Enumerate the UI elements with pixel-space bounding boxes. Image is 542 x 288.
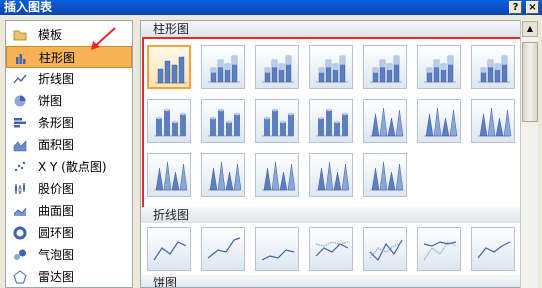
sidebar-item-stock[interactable]: 股价图	[6, 178, 132, 200]
area-chart-icon	[13, 138, 27, 152]
line-chart-thumbnail[interactable]	[309, 227, 353, 271]
help-button[interactable]: ?	[509, 1, 522, 14]
sidebar-item-label: 曲面图	[38, 204, 75, 218]
line-chart-icon	[13, 72, 27, 86]
section-header-line: 折线图	[141, 207, 521, 223]
scatter-chart-icon	[13, 160, 27, 174]
sidebar-item-label: 折线图	[38, 72, 75, 86]
sidebar-item-label: 柱形图	[39, 51, 76, 65]
column-chart-thumbnail[interactable]	[309, 45, 353, 89]
sidebar-item-pie[interactable]: 饼图	[6, 90, 132, 112]
column-chart-thumbnail[interactable]	[201, 45, 245, 89]
line-chart-thumbnail[interactable]	[417, 227, 461, 271]
sidebar-item-label: 模板	[38, 28, 63, 42]
window-title: 插入图表	[4, 0, 53, 14]
line-chart-thumbnail[interactable]	[255, 227, 299, 271]
line-chart-thumbnail[interactable]	[363, 227, 407, 271]
sidebar-item-surface[interactable]: 曲面图	[6, 200, 132, 222]
gallery-scrollbar[interactable]: ▲	[520, 20, 538, 288]
line-chart-thumbnail[interactable]	[471, 227, 515, 271]
column-chart-thumbnail[interactable]	[471, 99, 515, 143]
column-chart-thumbnail[interactable]	[201, 153, 245, 197]
sidebar-item-scatter[interactable]: X Y (散点图)	[6, 156, 132, 178]
stock-chart-icon	[13, 182, 27, 196]
column-chart-icon	[14, 51, 28, 65]
section-header-column: 柱形图	[141, 21, 521, 37]
sidebar-item-bar[interactable]: 条形图	[6, 112, 132, 134]
sidebar-item-label: 条形图	[38, 116, 75, 130]
sidebar-item-label: 饼图	[38, 94, 63, 108]
sidebar-item-bubble[interactable]: 气泡图	[6, 244, 132, 266]
column-chart-thumbnail[interactable]	[309, 99, 353, 143]
chart-type-sidebar: 模板 柱形图 折线图 饼图 条形图 面积图 X Y (散点图) 股价图 曲面图 …	[5, 20, 133, 288]
sidebar-item-label: 气泡图	[38, 248, 75, 262]
pie-chart-icon	[13, 94, 27, 108]
scroll-thumb[interactable]	[522, 42, 538, 122]
column-chart-thumbnail[interactable]	[363, 153, 407, 197]
bubble-chart-icon	[13, 248, 27, 262]
sidebar-item-label: 股价图	[38, 182, 75, 196]
column-chart-thumbnail[interactable]	[309, 153, 353, 197]
line-chart-thumbnail[interactable]	[147, 227, 191, 271]
column-chart-thumbnail[interactable]	[417, 45, 461, 89]
column-chart-thumbnail[interactable]	[255, 99, 299, 143]
annotation-arrow-icon	[91, 27, 116, 50]
bar-chart-icon	[13, 116, 27, 130]
sidebar-item-line[interactable]: 折线图	[6, 68, 132, 90]
sidebar-item-label: 面积图	[38, 138, 75, 152]
sidebar-item-label: 圆环图	[38, 226, 75, 240]
column-chart-thumbnail[interactable]	[363, 45, 407, 89]
sidebar-item-area[interactable]: 面积图	[6, 134, 132, 156]
column-chart-thumbnail[interactable]	[255, 153, 299, 197]
sidebar-item-label: 雷达图	[38, 270, 75, 284]
folder-icon	[13, 28, 27, 42]
close-button[interactable]: ×	[526, 1, 539, 14]
line-chart-thumbnail[interactable]	[201, 227, 245, 271]
sidebar-item-radar[interactable]: 雷达图	[6, 266, 132, 287]
column-chart-thumbnail[interactable]	[147, 153, 191, 197]
column-chart-thumbnail[interactable]	[255, 45, 299, 89]
surface-chart-icon	[13, 204, 27, 218]
scroll-up-arrow-icon[interactable]: ▲	[522, 21, 538, 37]
column-chart-thumbnail[interactable]	[201, 99, 245, 143]
column-chart-thumbnail[interactable]	[363, 99, 407, 143]
doughnut-chart-icon	[13, 226, 27, 240]
column-chart-thumbnail[interactable]	[147, 45, 191, 89]
column-chart-thumbnail[interactable]	[417, 99, 461, 143]
window-title-bar: 插入图表 ? ×	[0, 0, 542, 15]
radar-chart-icon	[13, 270, 27, 284]
sidebar-item-label: X Y (散点图)	[38, 160, 107, 174]
sidebar-item-doughnut[interactable]: 圆环图	[6, 222, 132, 244]
chart-gallery: 柱形图 折线图 饼图	[140, 20, 538, 288]
column-chart-thumbnail[interactable]	[471, 45, 515, 89]
section-header-pie: 饼图	[141, 275, 521, 287]
column-chart-thumbnail[interactable]	[147, 99, 191, 143]
